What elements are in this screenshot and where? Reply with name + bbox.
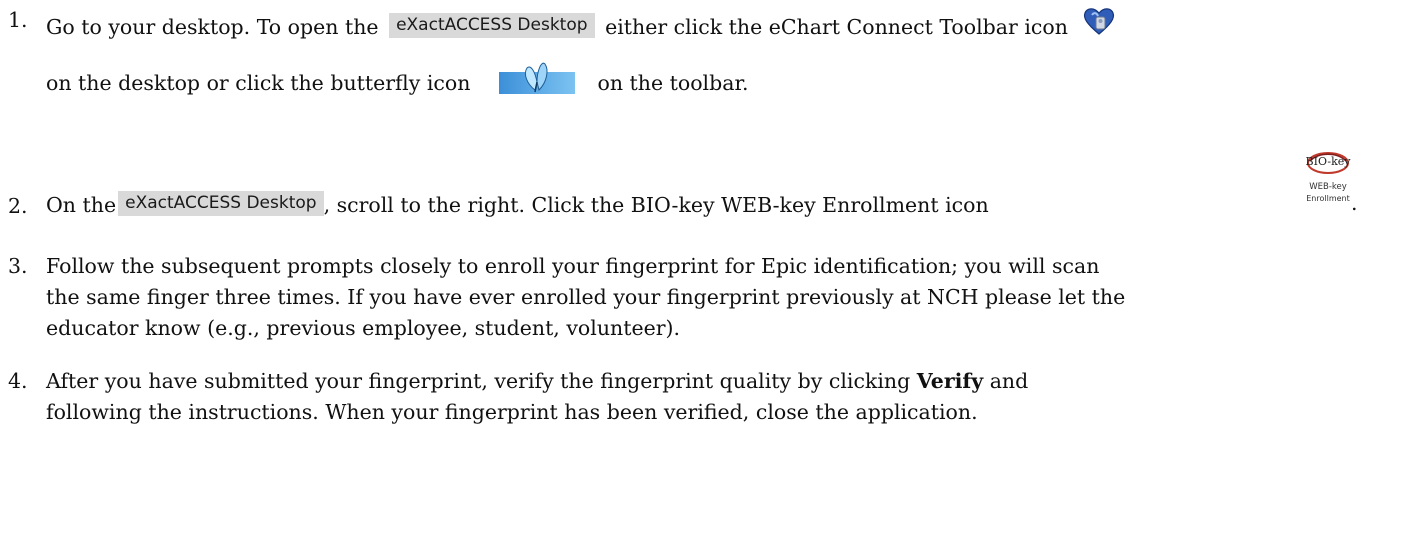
step-4-text-b: and — [989, 369, 1029, 393]
bio-key-icon-top-text: BIO-key — [1305, 155, 1351, 168]
step-2-number: 2. — [8, 194, 28, 218]
bio-key-icon-bottom-text: Enrollment — [1306, 194, 1350, 203]
bio-key-web-key-enrollment-icon[interactable]: BIO-key WEB-key Enrollment — [1305, 148, 1351, 214]
step-1-text-a: Go to your desktop. To open the — [46, 15, 379, 39]
echart-connect-toolbar-icon[interactable] — [1082, 6, 1116, 41]
step-2-text-c: . — [1351, 191, 1358, 215]
step-1-text-d: on the toolbar. — [597, 71, 749, 95]
verify-text: Verify — [916, 369, 984, 393]
bio-key-icon-mid-text: WEB-key — [1309, 182, 1347, 192]
exactaccess-desktop-label: eXactACCESS Desktop — [118, 191, 324, 216]
step-1-text-b: either click the eChart Connect Toolbar … — [605, 15, 1068, 39]
step-4-line-1: After you have submitted your fingerprin… — [46, 369, 1028, 393]
butterfly-icon[interactable] — [498, 60, 575, 99]
step-3-number: 3. — [8, 254, 28, 278]
step-1-text-c: on the desktop or click the butterfly ic… — [46, 71, 471, 95]
step-4-line-2: following the instructions. When your fi… — [46, 400, 978, 424]
step-3-line-1: Follow the subsequent prompts closely to… — [46, 254, 1100, 278]
step-3-line-3: educator know (e.g., previous employee, … — [46, 316, 681, 340]
step-3-line-2: the same finger three times. If you have… — [46, 285, 1126, 309]
step-1-line-2: on the desktop or click the butterfly ic… — [46, 60, 749, 99]
exactaccess-desktop-label: eXactACCESS Desktop — [389, 13, 595, 38]
step-4-number: 4. — [8, 369, 28, 393]
step-1-number: 1. — [8, 8, 28, 32]
step-1-line-1: Go to your desktop. To open the eXactACC… — [46, 6, 1116, 41]
step-2-line-1: On the eXactACCESS Desktop, scroll to the… — [46, 191, 989, 217]
step-4-text-a: After you have submitted your fingerprin… — [46, 369, 911, 393]
step-2-text-a: On the — [46, 193, 117, 217]
step-2-text-b: , scroll to the right. Click the BIO-key… — [323, 193, 989, 217]
